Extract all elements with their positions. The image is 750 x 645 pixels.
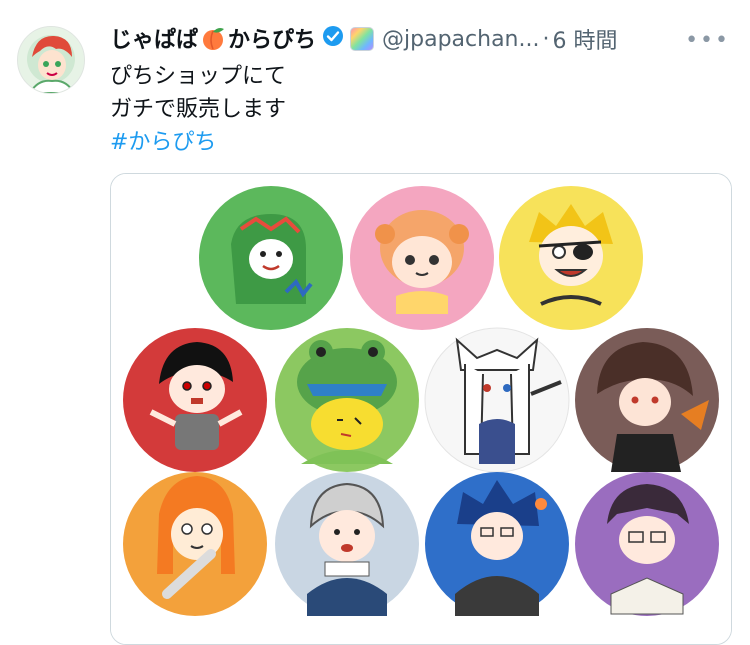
display-name-part2: からぴち <box>228 27 317 53</box>
timestamp[interactable]: 6 時間 <box>552 23 617 55</box>
badge-lightblue-boy <box>275 472 419 616</box>
display-name-part1: じゃぱぱ <box>110 27 199 53</box>
tweet-header: じゃぱぱ からぴち @jpapachan... · 6 時間 <box>110 22 617 56</box>
verified-badge-icon <box>322 25 344 53</box>
badge-orange-girl <box>123 472 267 616</box>
affiliate-badge-icon <box>350 27 375 51</box>
badge-lightgreen-frog <box>275 328 419 472</box>
more-options-icon[interactable]: ••• <box>685 28 730 53</box>
badge-green-dino <box>199 186 343 330</box>
tweet-body: ぴちショップにて ガチで販売します #からぴち <box>110 60 286 159</box>
user-handle[interactable]: @jpapachan... <box>382 27 539 52</box>
tweet-text-line1: ぴちショップにて <box>110 64 287 89</box>
separator: · <box>542 26 550 52</box>
avatar-illustration <box>18 27 84 93</box>
badge-blue-boy <box>425 472 569 616</box>
badge-red-boy <box>123 328 267 472</box>
tweet-text-line2: ガチで販売します <box>110 97 287 122</box>
avatar[interactable] <box>17 26 85 94</box>
badge-purple-book <box>575 472 719 616</box>
tweet-media-image[interactable] <box>110 173 732 645</box>
peach-emoji-icon <box>200 25 226 57</box>
badge-pink-girl <box>350 186 494 330</box>
hashtag-link[interactable]: #からぴち <box>110 126 286 159</box>
display-name[interactable]: じゃぱぱ からぴち <box>110 22 316 57</box>
badge-yellow-eyepatch <box>499 186 643 330</box>
badge-brown-hair <box>575 328 719 472</box>
badges-illustration <box>111 174 731 644</box>
badge-white-wolf <box>424 327 570 473</box>
